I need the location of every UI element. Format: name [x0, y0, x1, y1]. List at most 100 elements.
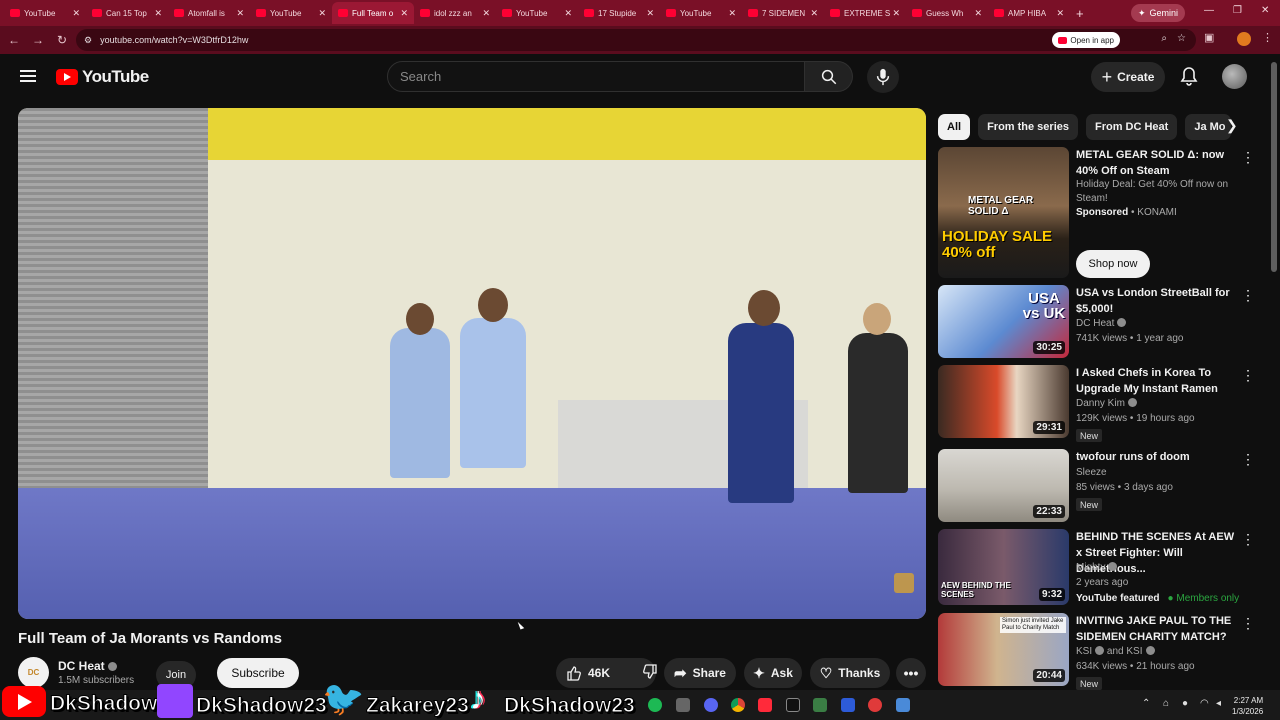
more-actions-button[interactable]: ••• [896, 658, 926, 688]
bookmark-star-icon[interactable]: ☆ [1177, 33, 1186, 44]
close-tab-icon[interactable]: ✕ [892, 8, 900, 19]
close-tab-icon[interactable]: ✕ [1056, 8, 1064, 19]
sidebar-icon[interactable]: ▣ [1204, 31, 1214, 44]
voice-search-button[interactable] [867, 61, 899, 93]
video-thumbnail[interactable]: 22:33 [938, 449, 1069, 522]
shop-now-button[interactable]: Shop now [1076, 250, 1150, 278]
taskbar-app-icon[interactable] [841, 698, 855, 712]
recommendation-item[interactable]: 29:31 I Asked Chefs in Korea To Upgrade … [938, 365, 1258, 443]
recommendation-title[interactable]: USA vs London StreetBall for $5,000! [1076, 285, 1236, 317]
close-tab-icon[interactable]: ✕ [400, 8, 408, 19]
address-bar[interactable]: ⚙ youtube.com/watch?v=W3DtfrD12hw Open i… [76, 29, 1196, 51]
close-tab-icon[interactable]: ✕ [646, 8, 654, 19]
recommendation-item[interactable]: Simon just invited Jake Paul to Charity … [938, 613, 1258, 690]
discord-icon[interactable] [704, 698, 718, 712]
browser-tab[interactable]: idol zzz an ✕ [414, 2, 496, 24]
more-vertical-icon[interactable]: ⋮ [1241, 367, 1255, 384]
browser-tab[interactable]: 17 Stupide ✕ [578, 2, 660, 24]
minimize-icon[interactable]: — [1204, 5, 1214, 16]
chip-from-the-series[interactable]: From the series [978, 114, 1078, 140]
more-vertical-icon[interactable]: ⋮ [1241, 531, 1255, 548]
browser-tab[interactable]: YouTube ✕ [660, 2, 742, 24]
close-tab-icon[interactable]: ✕ [72, 8, 80, 19]
tray-chevron-icon[interactable]: ⌃ [1142, 698, 1150, 709]
recommendation-channel[interactable]: Sleeze [1076, 466, 1107, 480]
recommendation-title[interactable]: METAL GEAR SOLID Δ: now 40% Off on Steam [1076, 147, 1236, 179]
channel-name[interactable]: DC Heat [58, 659, 117, 673]
recommendation-item[interactable]: USA vs UK 30:25 USA vs London StreetBall… [938, 285, 1258, 359]
recommendation-channel[interactable]: DC Heat [1076, 317, 1127, 331]
gemini-button[interactable]: ✦ Gemini [1131, 4, 1186, 22]
chip-ja-morant[interactable]: Ja Mo [1185, 114, 1232, 140]
video-thumbnail[interactable]: Simon just invited Jake Paul to Charity … [938, 613, 1069, 686]
spotify-icon[interactable] [648, 698, 662, 712]
thanks-button[interactable]: ♡ Thanks [810, 658, 890, 688]
tiktok-icon[interactable] [786, 698, 800, 712]
menu-kebab-icon[interactable]: ⋮ [1262, 31, 1273, 44]
maximize-icon[interactable]: ❐ [1233, 5, 1242, 16]
site-info-icon[interactable]: ⚙ [84, 35, 92, 46]
zoom-icon[interactable]: ⌕ [1161, 33, 1167, 44]
wifi-icon[interactable]: ◠ [1200, 698, 1209, 709]
more-vertical-icon[interactable]: ⋮ [1241, 149, 1255, 166]
browser-tab[interactable]: Guess Wh ✕ [906, 2, 988, 24]
close-tab-icon[interactable]: ✕ [564, 8, 572, 19]
account-avatar[interactable] [1222, 64, 1247, 89]
volume-icon[interactable]: ◂ [1216, 698, 1221, 709]
back-icon[interactable]: ← [2, 33, 26, 47]
create-button[interactable]: + Create [1091, 62, 1165, 92]
taskbar-app-icon[interactable] [868, 698, 882, 712]
system-clock[interactable]: 2:27 AM 1/3/2026 [1232, 695, 1263, 717]
taskbar-app-icon[interactable] [676, 698, 690, 712]
forward-icon[interactable]: → [26, 33, 50, 47]
recommendation-channel[interactable]: Danny Kim [1076, 397, 1137, 411]
youtube-logo[interactable]: YouTube [56, 67, 149, 87]
dislike-button[interactable] [642, 663, 658, 683]
new-tab-icon[interactable]: + [1076, 6, 1084, 21]
search-input[interactable] [387, 61, 805, 92]
browser-tab[interactable]: EXTREME S ✕ [824, 2, 906, 24]
page-scrollbar[interactable] [1271, 62, 1277, 272]
more-vertical-icon[interactable]: ⋮ [1241, 451, 1255, 468]
recommendation-ad[interactable]: METAL GEAR SOLID Δ HOLIDAY SALE 40% off … [938, 147, 1258, 279]
recommendation-item[interactable]: AEW BEHIND THE SCENES 9:32 BEHIND THE SC… [938, 529, 1258, 609]
chrome-icon[interactable] [731, 698, 745, 712]
ad-thumbnail[interactable]: METAL GEAR SOLID Δ HOLIDAY SALE 40% off [938, 147, 1069, 278]
browser-tab[interactable]: Atomfall is ✕ [168, 2, 250, 24]
recommendation-channel[interactable]: KSI and KSI [1076, 645, 1155, 659]
recommendation-title[interactable]: twofour runs of doom [1076, 449, 1236, 465]
browser-tab[interactable]: 7 SIDEMEN ✕ [742, 2, 824, 24]
video-thumbnail[interactable]: USA vs UK 30:25 [938, 285, 1069, 358]
close-tab-icon[interactable]: ✕ [974, 8, 982, 19]
reload-icon[interactable]: ↻ [50, 33, 74, 47]
more-vertical-icon[interactable]: ⋮ [1241, 615, 1255, 632]
recommendation-title[interactable]: I Asked Chefs in Korea To Upgrade My Ins… [1076, 365, 1236, 397]
video-thumbnail[interactable]: AEW BEHIND THE SCENES 9:32 [938, 529, 1069, 605]
browser-tab[interactable]: YouTube ✕ [4, 2, 86, 24]
network-icon[interactable]: ⌂ [1163, 698, 1169, 709]
chevron-right-icon[interactable]: ❯ [1226, 117, 1238, 134]
recommendation-title[interactable]: INVITING JAKE PAUL TO THE SIDEMEN CHARIT… [1076, 613, 1236, 645]
taskbar-app-icon[interactable] [758, 698, 772, 712]
share-button[interactable]: ➦ Share [664, 658, 736, 688]
browser-tab[interactable]: Full Team o ✕ [332, 2, 414, 24]
profile-avatar[interactable] [1237, 32, 1251, 46]
chip-all[interactable]: All [938, 114, 971, 140]
ask-button[interactable]: ✦ Ask [744, 658, 802, 688]
search-button[interactable] [805, 61, 853, 92]
chip-from-dc-heat[interactable]: From DC Heat [1085, 114, 1178, 140]
close-tab-icon[interactable]: ✕ [728, 8, 736, 19]
close-tab-icon[interactable]: ✕ [810, 8, 818, 19]
recommendation-item[interactable]: 22:33 twofour runs of doom Sleeze 85 vie… [938, 449, 1258, 525]
close-tab-icon[interactable]: ✕ [154, 8, 162, 19]
close-tab-icon[interactable]: ✕ [482, 8, 490, 19]
taskbar-app-icon[interactable] [896, 698, 910, 712]
browser-tab[interactable]: Can 15 Top ✕ [86, 2, 168, 24]
hamburger-menu-icon[interactable] [20, 70, 36, 82]
video-player[interactable] [18, 108, 926, 619]
browser-tab[interactable]: AMP HIBA ✕ [988, 2, 1070, 24]
recommendation-channel[interactable]: Mighty [1076, 561, 1118, 575]
close-window-icon[interactable]: ✕ [1261, 5, 1269, 16]
close-tab-icon[interactable]: ✕ [236, 8, 244, 19]
browser-tab[interactable]: YouTube ✕ [250, 2, 332, 24]
